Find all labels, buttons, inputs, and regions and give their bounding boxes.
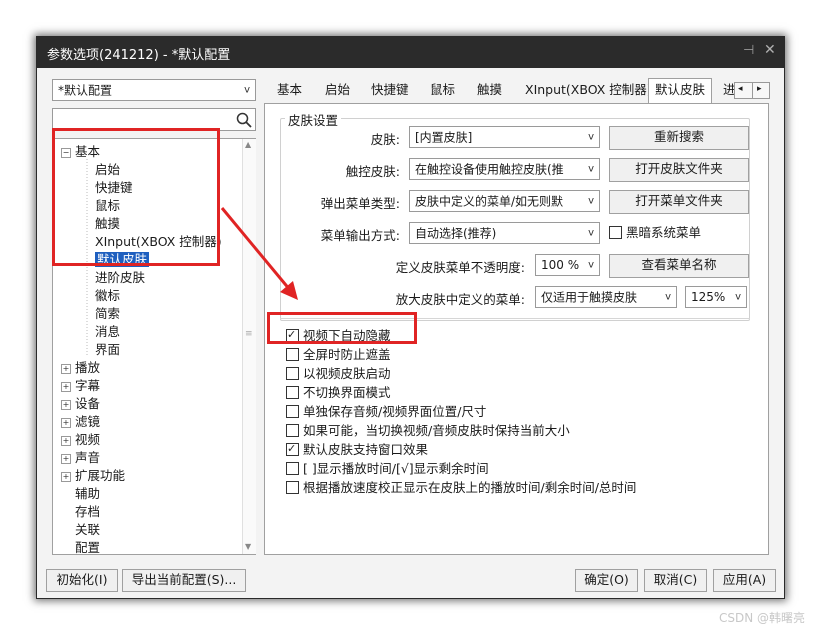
watermark: CSDN @韩曙亮 xyxy=(718,611,805,625)
annotation-arrow xyxy=(220,207,298,300)
